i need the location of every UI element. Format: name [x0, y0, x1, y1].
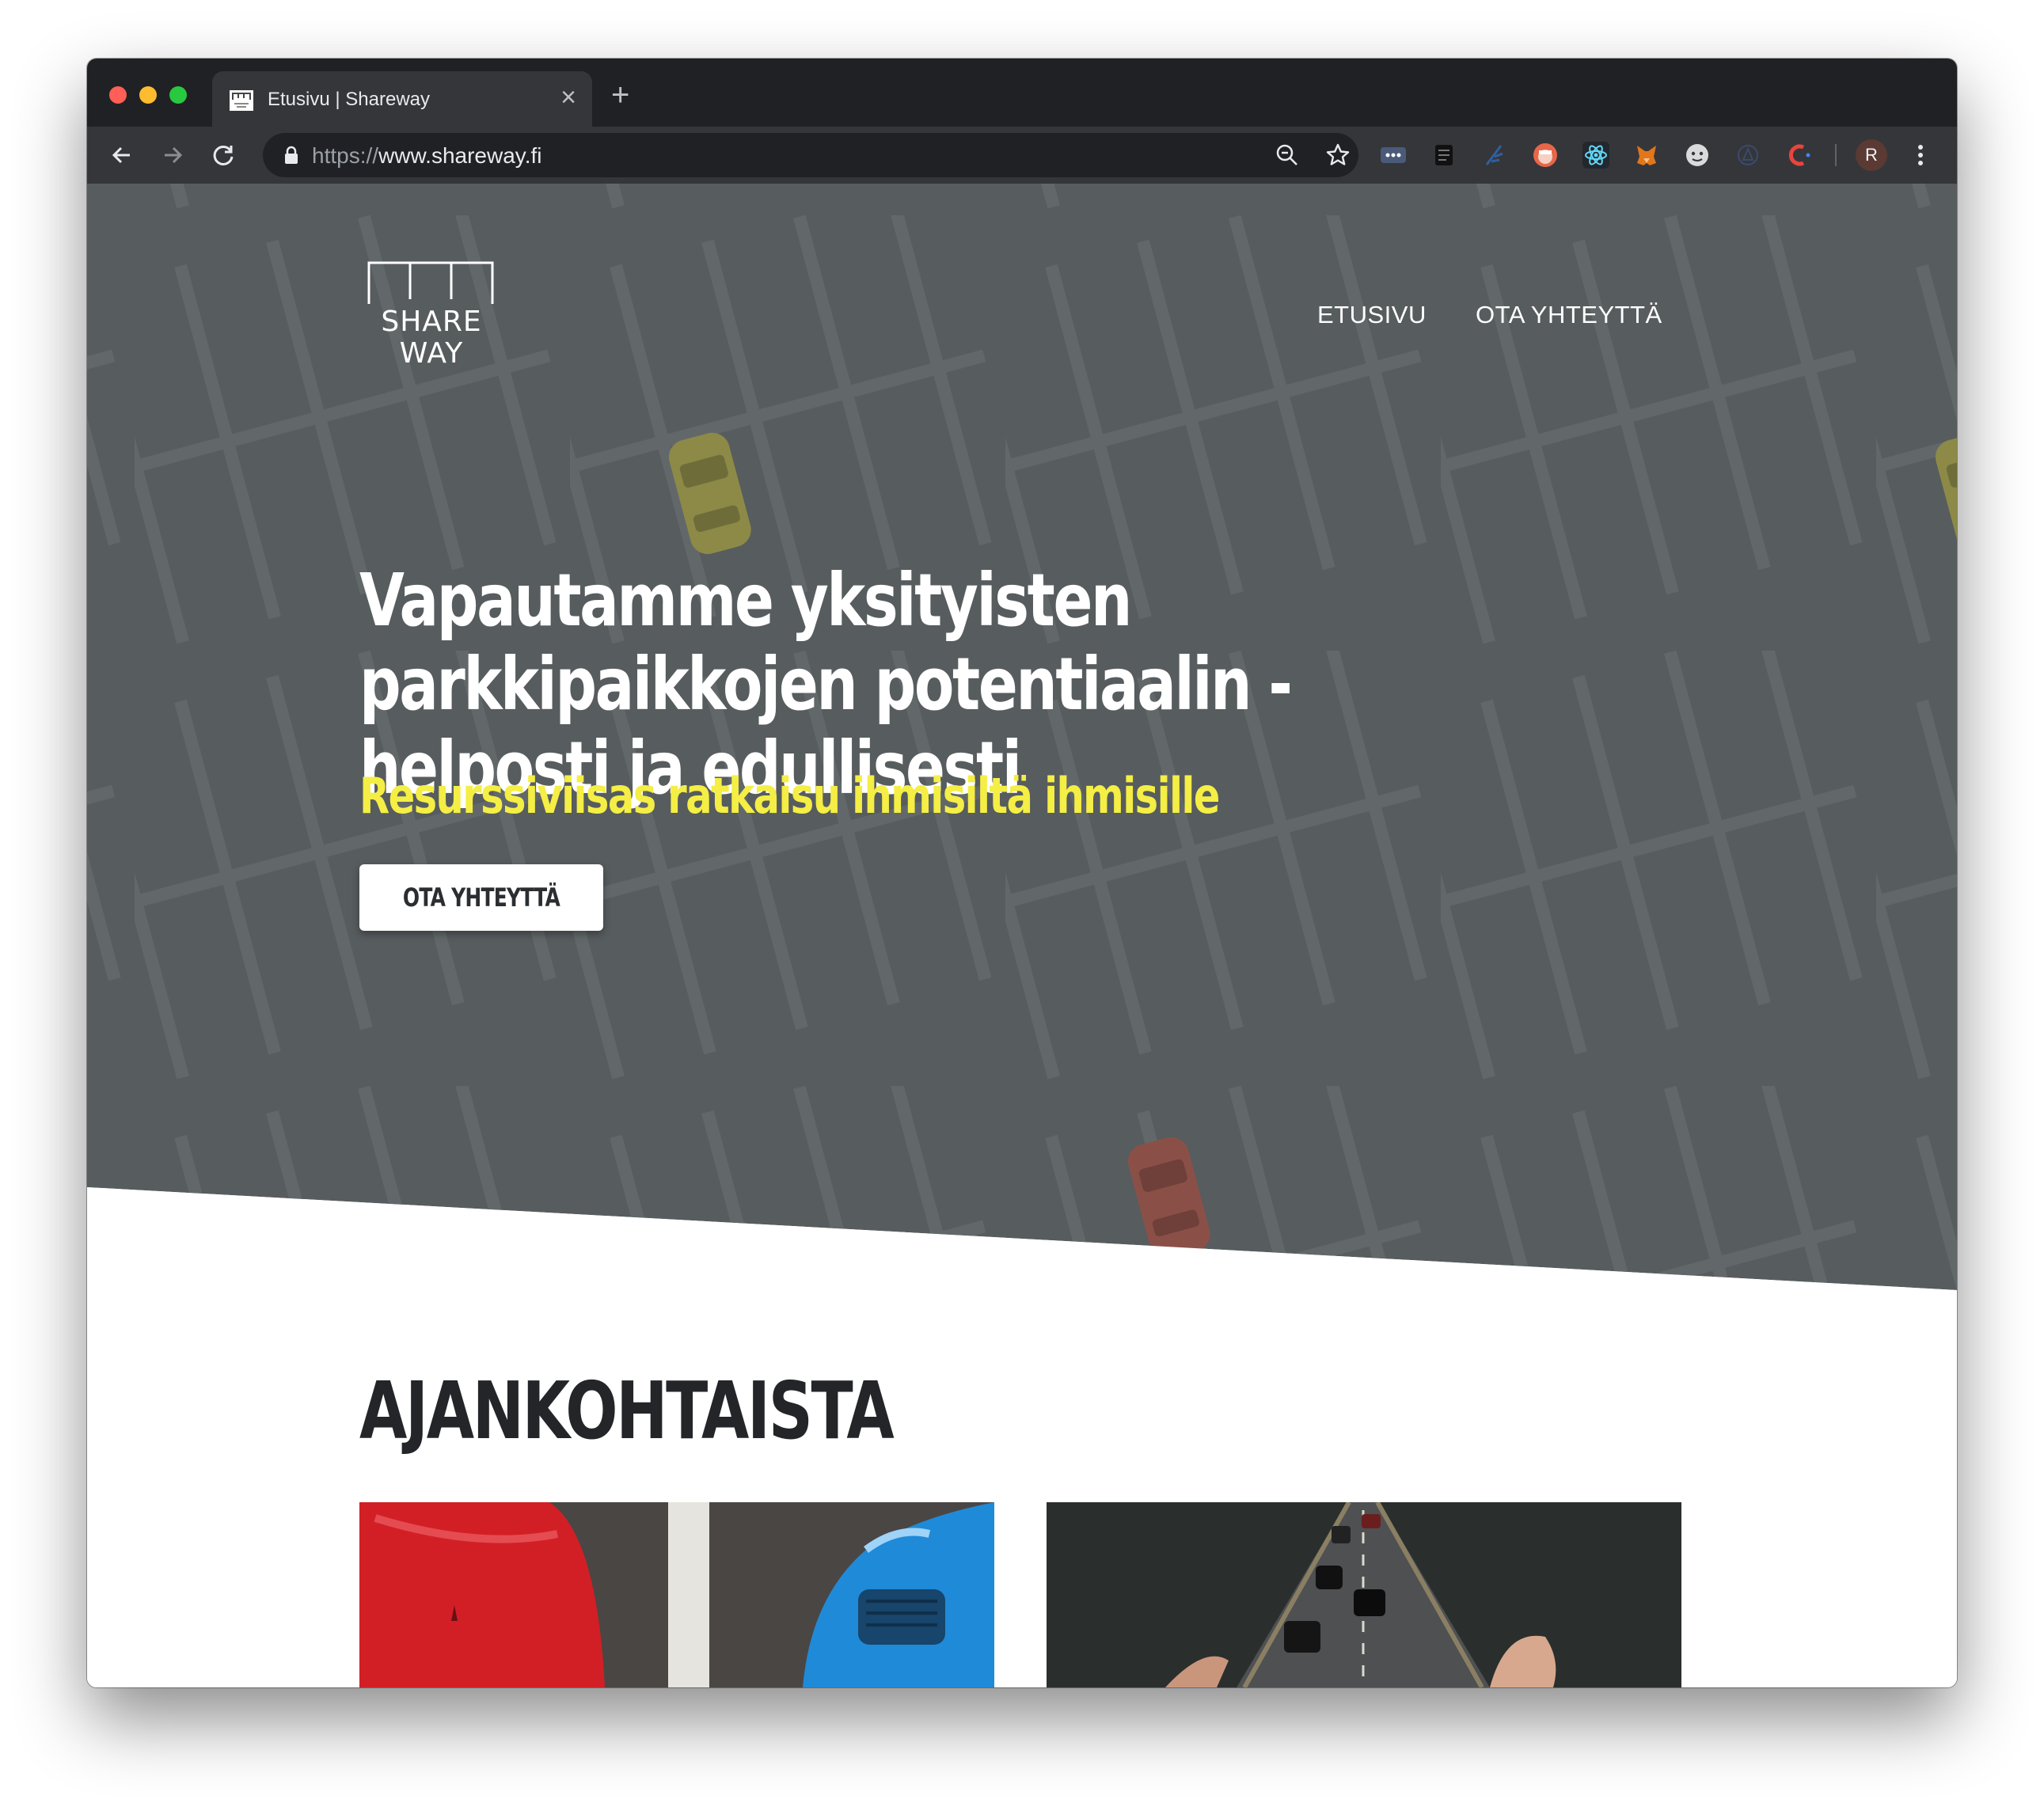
bookmark-star-icon[interactable]	[1325, 142, 1351, 168]
nav-link-ota-yhteytta[interactable]: OTA YHTEYTTÄ	[1476, 301, 1662, 329]
zoom-magnifier-icon[interactable]	[1275, 142, 1300, 168]
back-arrow-icon[interactable]	[108, 141, 136, 169]
profile-avatar[interactable]: R	[1856, 139, 1887, 171]
contact-cta-button[interactable]: OTA YHTEYTTÄ	[359, 864, 603, 931]
shield-extension-icon[interactable]	[1734, 141, 1762, 169]
tab-title: Etusivu | Shareway	[268, 89, 430, 110]
hero-subtitle: Resurssiviisas ratkaisu ihmisiltä ihmisi…	[359, 767, 1220, 825]
maximize-window-button[interactable]	[169, 86, 187, 104]
news-section-title: AJANKOHTAISTA	[359, 1365, 895, 1457]
notes-extension-icon[interactable]	[1430, 141, 1458, 169]
mascot-extension-icon[interactable]	[1531, 141, 1560, 169]
news-image-red-blue-cars	[359, 1502, 994, 1687]
web-page: SHARE WAY ETUSIVU OTA YHTEYTTÄ Vapautamm…	[87, 184, 1957, 1687]
forward-arrow-icon[interactable]	[158, 141, 187, 169]
tab-strip: Etusivu | Shareway × +	[87, 59, 1957, 127]
news-card-2[interactable]	[1047, 1502, 1681, 1687]
shareway-favicon-icon	[230, 90, 253, 111]
url-host: www.shareway.fi	[378, 143, 542, 168]
toolbar-divider	[1835, 144, 1837, 166]
url-text[interactable]: https://www.shareway.fi	[312, 143, 541, 169]
news-card-1[interactable]	[359, 1502, 994, 1687]
reload-icon[interactable]	[209, 141, 237, 169]
browser-window: Etusivu | Shareway × + https://www.share…	[87, 59, 1957, 1687]
c-extension-icon[interactable]	[1784, 141, 1813, 169]
ghost-extension-icon[interactable]	[1683, 141, 1712, 169]
logo-text-line1: SHARE	[381, 306, 482, 338]
browser-toolbar: https://www.shareway.fi R	[87, 127, 1957, 184]
hero-section: SHARE WAY ETUSIVU OTA YHTEYTTÄ Vapautamm…	[87, 184, 1957, 1292]
lock-icon	[285, 146, 298, 164]
logo-text-line2: WAY	[399, 337, 464, 370]
url-scheme: https://	[312, 143, 379, 168]
new-tab-plus-icon[interactable]: +	[611, 79, 629, 111]
tab-close-icon[interactable]: ×	[560, 84, 576, 111]
more-vertical-icon[interactable]	[1906, 141, 1935, 169]
browser-tab-active[interactable]: Etusivu | Shareway ×	[212, 71, 592, 127]
password-manager-extension-icon[interactable]	[1379, 141, 1408, 169]
contact-cta-label: OTA YHTEYTTÄ	[402, 883, 560, 913]
address-bar[interactable]: https://www.shareway.fi	[263, 133, 1358, 177]
minimize-window-button[interactable]	[139, 86, 157, 104]
news-image-highway-traffic	[1047, 1502, 1681, 1687]
react-devtools-icon[interactable]	[1582, 141, 1610, 169]
shareway-logo[interactable]: SHARE WAY	[364, 258, 507, 377]
nav-link-etusivu[interactable]: ETUSIVU	[1317, 301, 1427, 329]
metamask-fox-icon[interactable]	[1632, 141, 1661, 169]
feather-extension-icon[interactable]	[1480, 141, 1509, 169]
close-window-button[interactable]	[109, 86, 127, 104]
